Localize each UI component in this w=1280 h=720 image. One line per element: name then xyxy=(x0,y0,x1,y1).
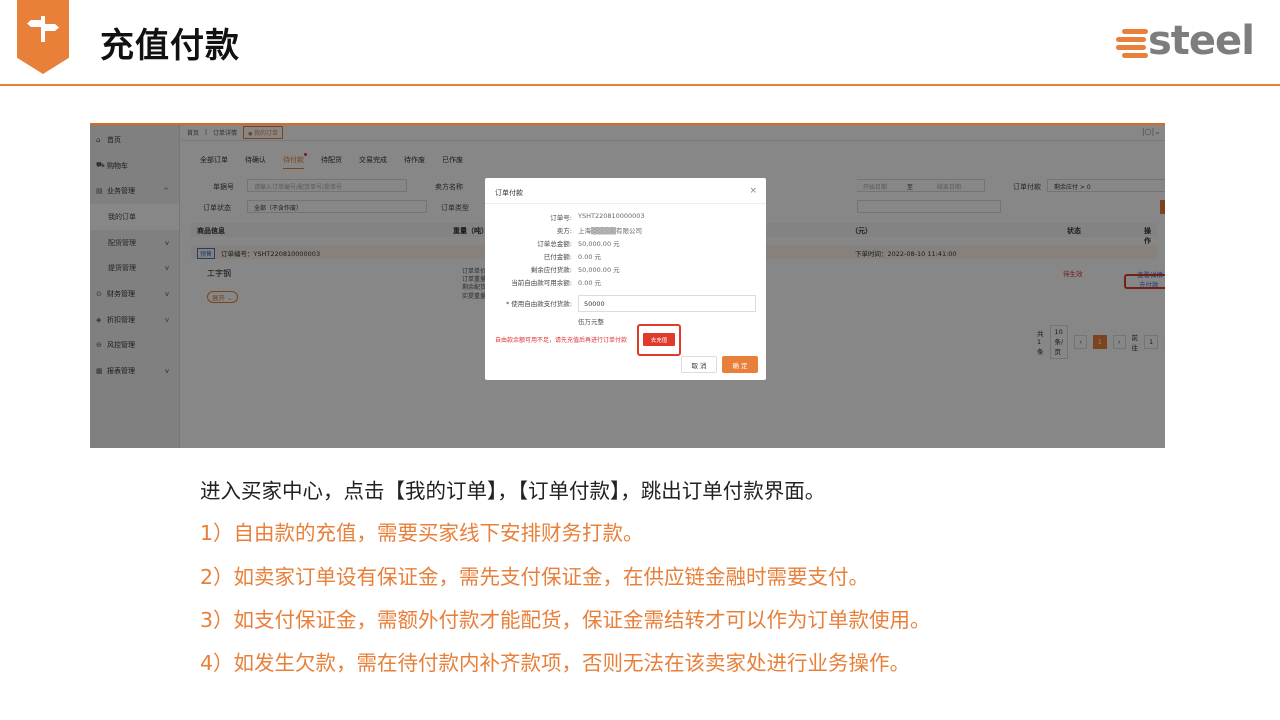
dialog-row-label: 订单号: xyxy=(550,214,572,222)
section-badge xyxy=(17,0,69,74)
confirm-button[interactable]: 确 定 xyxy=(722,356,758,373)
dialog-row-label: 订单总金额: xyxy=(537,240,572,248)
logo-e-mark xyxy=(1116,26,1152,60)
point-4: 4）如发生欠款，需在待付款内补齐款项，否则无法在该卖家处进行业务操作。 xyxy=(200,651,911,675)
amount-words-row: 伍万元整 xyxy=(485,316,766,326)
header-divider xyxy=(0,84,1280,86)
dialog-row-value: 上海▒▒▒▒▒有限公司 xyxy=(578,227,642,235)
dialog-row: 已付金额: 0.00 元 xyxy=(485,251,766,261)
recharge-highlight-box xyxy=(637,324,681,356)
slide-title: 充值付款 xyxy=(100,26,240,66)
dialog-row-value: 0.00 元 xyxy=(578,279,602,287)
free-pay-label: * 使用自由款支付货款: xyxy=(505,300,572,308)
dialog-row-value: 50,000.00 元 xyxy=(578,266,620,274)
logo-text: steel xyxy=(1148,18,1255,64)
dialog-row-value: 0.00 元 xyxy=(578,253,602,261)
dialog-divider xyxy=(485,203,766,204)
dialog-row-label: 已付金额: xyxy=(543,253,572,261)
signpost-icon xyxy=(27,16,59,42)
dialog-row: 订单总金额: 50,000.00 元 xyxy=(485,238,766,248)
dialog-row-label: 卖方: xyxy=(556,227,572,235)
close-icon[interactable]: × xyxy=(749,186,757,196)
cancel-button[interactable]: 取 消 xyxy=(681,356,717,373)
order-payment-dialog: 订单付款 × 订单号: YSHT220810000003 卖方: 上海▒▒▒▒▒有限公… xyxy=(485,178,766,380)
point-2: 2）如卖家订单设有保证金，需先支付保证金，在供应链金融时需要支付。 xyxy=(200,565,870,589)
dialog-row-value: 50,000.00 元 xyxy=(578,240,620,248)
dialog-row: 订单号: YSHT220810000003 xyxy=(485,212,766,222)
dialog-title: 订单付款 xyxy=(495,189,523,197)
esteel-logo: steel xyxy=(1116,18,1255,64)
dialog-row: 卖方: 上海▒▒▒▒▒有限公司 xyxy=(485,225,766,235)
intro-text: 进入买家中心，点击【我的订单】，【订单付款】，跳出订单付款界面。 xyxy=(200,479,826,503)
dialog-row: 剩余应付货款: 50,000.00 元 xyxy=(485,264,766,274)
dialog-row: 当前自由款可用余额: 0.00 元 xyxy=(485,277,766,287)
free-pay-input[interactable]: 50000 xyxy=(578,295,756,312)
balance-warning: 自由款余额可用不足，请先充值后再进行订单付款 xyxy=(495,337,628,344)
app-screenshot: ⌂ 首页 ⛟ 购物车 ▤ 业务管理 ^ 我的订单 配货管理 v 提货管理 v ⊙ 财务管理 v ◈ 折扣管理 v ⊖… xyxy=(90,123,1165,448)
dialog-row-label: 剩余应付货款: xyxy=(530,266,572,274)
dialog-row-value: YSHT220810000003 xyxy=(578,212,645,220)
point-3: 3）如支付保证金，需额外付款才能配货，保证金需结转才可以作为订单款使用。 xyxy=(200,608,931,632)
amount-words: 伍万元整 xyxy=(578,318,604,326)
dialog-row-label: 当前自由款可用余额: xyxy=(511,279,572,287)
point-1: 1）自由款的充值，需要买家线下安排财务打款。 xyxy=(200,521,644,545)
